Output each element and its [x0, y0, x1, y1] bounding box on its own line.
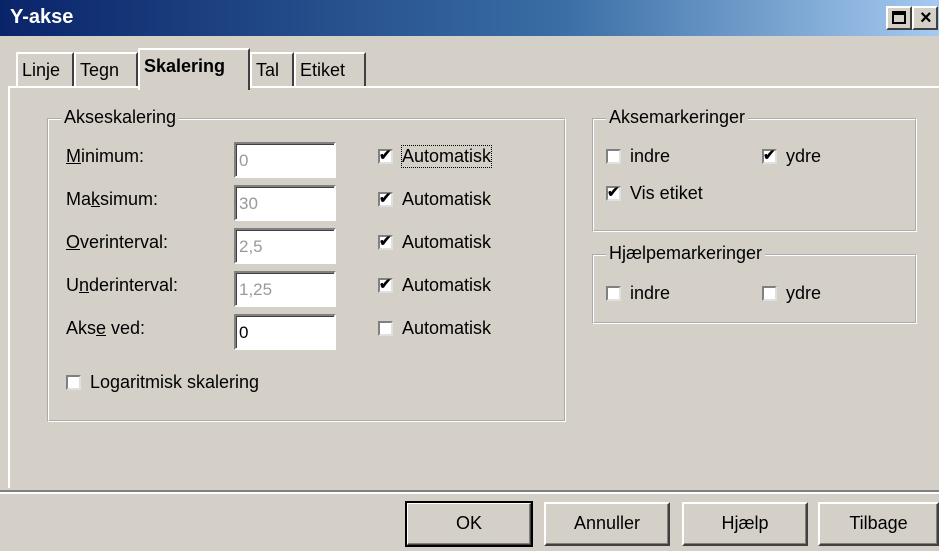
checkbox-unchecked-icon [66, 375, 81, 390]
checkbox-checked-icon [378, 146, 393, 164]
maksimum-field[interactable]: 30 [234, 185, 336, 221]
checkbox-checked-icon [762, 146, 777, 164]
vis-etiket-checkbox[interactable]: Vis etiket [606, 183, 703, 204]
overinterval-field[interactable]: 2,5 [234, 228, 336, 264]
automatisk-label: Automatisk [402, 275, 492, 295]
minimum-automatisk-checkbox[interactable]: Automatisk [378, 145, 493, 168]
overinterval-label: Overinterval: [66, 232, 169, 252]
checkbox-checked-icon [378, 189, 393, 207]
hjaelpemarkeringer-ydre-checkbox[interactable]: ydre [762, 283, 821, 304]
automatisk-label: Automatisk [400, 145, 493, 168]
tab-linje[interactable]: Linje [16, 52, 74, 86]
back-button[interactable]: Tilbage [818, 502, 939, 546]
tab-tegn[interactable]: Tegn [74, 52, 138, 86]
underinterval-field[interactable]: 1,25 [234, 271, 336, 307]
aksemarkeringer-group: Aksemarkeringer [592, 107, 917, 232]
logaritmisk-skalering-checkbox[interactable]: Logaritmisk skalering [66, 372, 259, 393]
group-legend: Akseskalering [61, 107, 180, 128]
close-button[interactable]: × [912, 6, 938, 30]
akse-ved-automatisk-checkbox[interactable]: Automatisk [378, 318, 491, 339]
hjaelpemarkeringer-indre-checkbox[interactable]: indre [606, 283, 670, 304]
overinterval-automatisk-checkbox[interactable]: Automatisk [378, 232, 491, 253]
checkbox-checked-icon [606, 183, 621, 201]
checkbox-unchecked-icon [762, 286, 777, 301]
logaritmisk-label: Logaritmisk skalering [90, 372, 260, 392]
underinterval-automatisk-checkbox[interactable]: Automatisk [378, 275, 491, 296]
automatisk-label: Automatisk [402, 232, 492, 252]
automatisk-label: Automatisk [402, 318, 492, 338]
title-bar[interactable]: Y-akse × [0, 0, 939, 36]
checkbox-checked-icon [378, 232, 393, 250]
checkbox-unchecked-icon [606, 149, 621, 164]
cancel-button[interactable]: Annuller [544, 502, 670, 546]
checkbox-unchecked-icon [606, 286, 621, 301]
window-title: Y-akse [10, 6, 74, 28]
maksimum-automatisk-checkbox[interactable]: Automatisk [378, 189, 491, 210]
group-legend: Hjælpemarkeringer [606, 243, 766, 264]
akse-ved-label: Akse ved: [66, 318, 146, 338]
minimum-field[interactable]: 0 [234, 142, 336, 178]
tab-skalering[interactable]: Skalering [138, 48, 250, 90]
aksemarkeringer-indre-checkbox[interactable]: indre [606, 146, 670, 167]
maksimum-label: Maksimum: [66, 189, 159, 209]
akse-ved-field[interactable]: 0 [234, 314, 336, 350]
maximize-button[interactable] [886, 6, 912, 30]
automatisk-label: Automatisk [402, 189, 492, 209]
close-icon: × [920, 7, 932, 29]
help-button[interactable]: Hjælp [682, 502, 808, 546]
aksemarkeringer-ydre-checkbox[interactable]: ydre [762, 146, 821, 167]
checkbox-unchecked-icon [378, 321, 393, 336]
minimum-label: Minimum: [66, 146, 145, 166]
ok-button[interactable]: OK [405, 501, 533, 547]
footer-separator [0, 490, 939, 494]
indre-label: indre [630, 146, 671, 166]
tab-etiket[interactable]: Etiket [294, 52, 366, 86]
checkbox-checked-icon [378, 275, 393, 293]
underinterval-label: Underinterval: [66, 275, 179, 295]
indre-label: indre [630, 283, 671, 303]
ydre-label: ydre [786, 283, 822, 303]
tab-tal[interactable]: Tal [250, 52, 294, 86]
dialog-window: Y-akse × Linje Tegn Skalering Tal Etiket… [0, 0, 939, 551]
vis-etiket-label: Vis etiket [630, 183, 703, 203]
group-legend: Aksemarkeringer [606, 107, 749, 128]
ydre-label: ydre [786, 146, 822, 166]
